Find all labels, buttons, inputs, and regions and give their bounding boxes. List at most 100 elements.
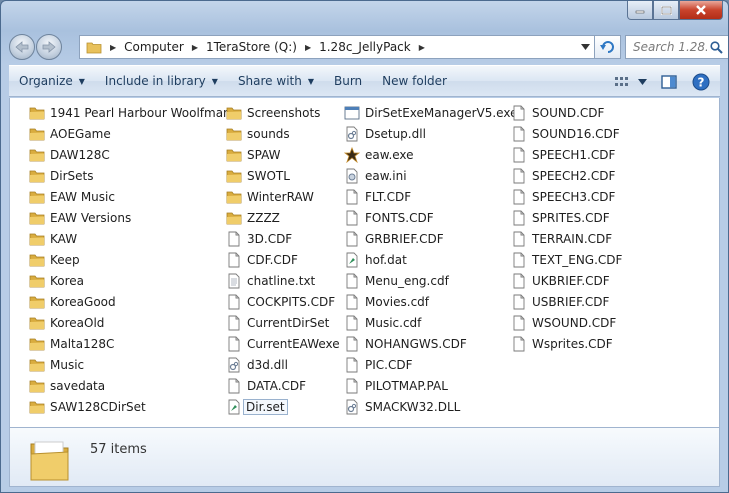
file-item[interactable]: GRBRIEF.CDF xyxy=(344,228,518,249)
file-item[interactable]: d3d.dll xyxy=(226,354,341,375)
address-dropdown-icon[interactable] xyxy=(581,43,590,51)
file-item[interactable]: chatline.txt xyxy=(226,270,341,291)
chevron-down-icon xyxy=(637,79,647,85)
file-item[interactable]: Movies.cdf xyxy=(344,291,518,312)
share-with-button[interactable]: Share with ▼ xyxy=(228,69,324,93)
file-item[interactable]: Korea xyxy=(29,270,232,291)
file-item[interactable]: DirSetExeManagerV5.exe xyxy=(344,102,518,123)
file-item[interactable]: TERRAIN.CDF xyxy=(511,228,623,249)
file-name: DirSets xyxy=(50,168,94,183)
data-file-icon xyxy=(344,252,360,268)
view-options-dropdown[interactable] xyxy=(634,70,650,94)
file-item[interactable]: PILOTMAP.PAL xyxy=(344,375,518,396)
file-item[interactable]: PIC.CDF xyxy=(344,354,518,375)
file-item[interactable]: CurrentDirSet xyxy=(226,312,341,333)
search-icon[interactable] xyxy=(710,41,723,54)
file-item[interactable]: Malta128C xyxy=(29,333,232,354)
file-name: sounds xyxy=(247,126,290,141)
file-item[interactable]: savedata xyxy=(29,375,232,396)
file-item[interactable]: UKBRIEF.CDF xyxy=(511,270,623,291)
file-item[interactable]: ZZZZ xyxy=(226,207,341,228)
text-file-icon xyxy=(226,273,242,289)
file-item[interactable]: sounds xyxy=(226,123,341,144)
breadcrumb-separator-icon[interactable]: ▶ xyxy=(110,43,116,52)
file-item[interactable]: Keep xyxy=(29,249,232,270)
file-item[interactable]: SMACKW32.DLL xyxy=(344,396,518,417)
file-item[interactable]: Screenshots xyxy=(226,102,341,123)
breadcrumb-separator-icon[interactable]: ▶ xyxy=(192,43,198,52)
file-item[interactable]: DAW128C xyxy=(29,144,232,165)
organize-button[interactable]: Organize ▼ xyxy=(9,69,95,93)
file-item[interactable]: SPEECH3.CDF xyxy=(511,186,623,207)
file-name: CurrentDirSet xyxy=(247,315,330,330)
breadcrumb-separator-icon[interactable]: ▶ xyxy=(305,43,311,52)
file-item[interactable]: SPEECH1.CDF xyxy=(511,144,623,165)
file-item[interactable]: SAW128CDirSet xyxy=(29,396,232,417)
address-bar[interactable]: ▶ Computer ▶ 1TeraStore (Q:) ▶ 1.28c_Jel… xyxy=(79,35,595,59)
breadcrumb-computer[interactable]: Computer xyxy=(124,40,184,54)
forward-button[interactable] xyxy=(36,34,62,60)
file-item[interactable]: FONTS.CDF xyxy=(344,207,518,228)
file-icon xyxy=(511,315,527,331)
file-item[interactable]: SPEECH2.CDF xyxy=(511,165,623,186)
file-item[interactable]: FLT.CDF xyxy=(344,186,518,207)
file-name: Wsprites.CDF xyxy=(532,336,613,351)
file-item[interactable]: EAW Versions xyxy=(29,207,232,228)
burn-button[interactable]: Burn xyxy=(324,69,372,93)
file-item[interactable]: AOEGame xyxy=(29,123,232,144)
file-item[interactable]: hof.dat xyxy=(344,249,518,270)
breadcrumb-separator-icon[interactable]: ▶ xyxy=(419,43,425,52)
file-item[interactable]: Music xyxy=(29,354,232,375)
file-item[interactable]: Menu_eng.cdf xyxy=(344,270,518,291)
file-item[interactable]: SWOTL xyxy=(226,165,341,186)
help-button[interactable]: ? xyxy=(688,70,714,94)
file-name: SPEECH1.CDF xyxy=(532,147,616,162)
file-item[interactable]: DATA.CDF xyxy=(226,375,341,396)
file-column: SOUND.CDF SOUND16.CDF SPEECH1.CDF SPEECH2.C… xyxy=(511,102,623,354)
file-item[interactable]: WSOUND.CDF xyxy=(511,312,623,333)
file-item[interactable]: SPRITES.CDF xyxy=(511,207,623,228)
file-item[interactable]: Music.cdf xyxy=(344,312,518,333)
file-item[interactable]: 3D.CDF xyxy=(226,228,341,249)
file-item[interactable]: EAW Music xyxy=(29,186,232,207)
file-item[interactable]: Dsetup.dll xyxy=(344,123,518,144)
file-item[interactable]: eaw.exe xyxy=(344,144,518,165)
file-item[interactable]: COCKPITS.CDF xyxy=(226,291,341,312)
file-item[interactable]: DirSets xyxy=(29,165,232,186)
file-item[interactable]: SPAW xyxy=(226,144,341,165)
back-button[interactable] xyxy=(9,34,35,60)
close-button[interactable] xyxy=(679,1,723,20)
file-item[interactable]: eaw.ini xyxy=(344,165,518,186)
change-view-button[interactable] xyxy=(614,70,630,94)
file-item[interactable]: SOUND.CDF xyxy=(511,102,623,123)
file-name: AOEGame xyxy=(50,126,111,141)
file-item[interactable]: TEXT_ENG.CDF xyxy=(511,249,623,270)
file-item[interactable]: KoreaOld xyxy=(29,312,232,333)
preview-pane-button[interactable] xyxy=(654,70,684,94)
file-item[interactable]: SOUND16.CDF xyxy=(511,123,623,144)
file-item[interactable]: CDF.CDF xyxy=(226,249,341,270)
file-item[interactable]: WinterRAW xyxy=(226,186,341,207)
file-item[interactable]: USBRIEF.CDF xyxy=(511,291,623,312)
breadcrumb-current-folder[interactable]: 1.28c_JellyPack xyxy=(319,40,411,54)
file-item[interactable]: NOHANGWS.CDF xyxy=(344,333,518,354)
file-list[interactable]: 1941 Pearl Harbour Woolfman AOEGame DAW128… xyxy=(9,98,720,427)
details-pane: 57 items xyxy=(9,427,720,487)
file-icon xyxy=(511,336,527,352)
file-icon xyxy=(344,273,360,289)
include-in-library-button[interactable]: Include in library ▼ xyxy=(95,69,228,93)
file-item[interactable]: KAW xyxy=(29,228,232,249)
breadcrumb-drive[interactable]: 1TeraStore (Q:) xyxy=(206,40,297,54)
file-item[interactable]: Wsprites.CDF xyxy=(511,333,623,354)
minimize-button[interactable] xyxy=(627,1,653,20)
search-box[interactable] xyxy=(625,35,728,59)
new-folder-button[interactable]: New folder xyxy=(372,69,457,93)
refresh-button[interactable] xyxy=(595,35,621,59)
file-item[interactable]: Dir.set xyxy=(226,396,341,417)
file-item[interactable]: 1941 Pearl Harbour Woolfman xyxy=(29,102,232,123)
search-input[interactable] xyxy=(633,40,707,54)
file-item[interactable]: KoreaGood xyxy=(29,291,232,312)
navigation-bar: ▶ Computer ▶ 1TeraStore (Q:) ▶ 1.28c_Jel… xyxy=(9,34,728,60)
maximize-button[interactable] xyxy=(653,1,679,20)
file-item[interactable]: CurrentEAWexe xyxy=(226,333,341,354)
